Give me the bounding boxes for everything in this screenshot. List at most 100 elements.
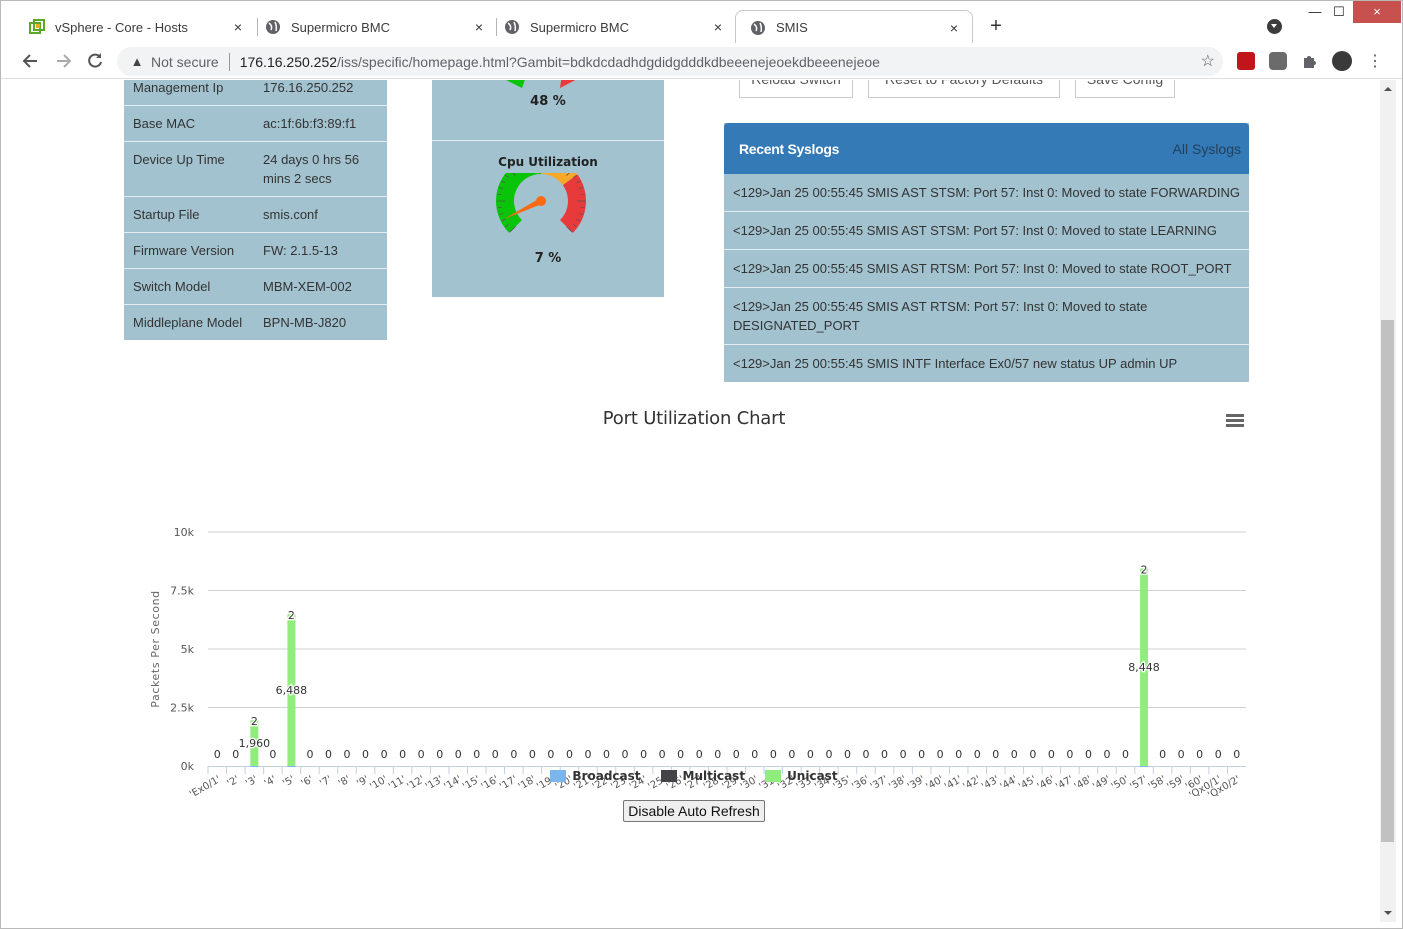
- data-label: 0: [788, 748, 795, 761]
- maximize-button[interactable]: ☐: [1323, 1, 1355, 23]
- reset-factory-defaults-button[interactable]: Reset to Factory Defaults: [868, 80, 1060, 98]
- address-bar[interactable]: ▲ Not secure 176.16.250.252 /iss/specifi…: [117, 47, 1223, 76]
- tab-close-icon[interactable]: ×: [710, 19, 726, 35]
- data-label: 0: [696, 748, 703, 761]
- data-label: 0: [1178, 748, 1185, 761]
- scrollbar-thumb[interactable]: [1381, 320, 1394, 842]
- data-label: 0: [473, 748, 480, 761]
- data-label: 0: [640, 748, 647, 761]
- browser-menu-icon[interactable]: ⋮: [1367, 51, 1383, 71]
- syslog-entry: <129>Jan 25 00:55:45 SMIS AST STSM: Port…: [724, 211, 1249, 249]
- close-window-button[interactable]: ×: [1353, 1, 1401, 23]
- tab-search-icon[interactable]: [1267, 19, 1282, 34]
- bar-broadcast: [250, 765, 259, 767]
- back-button[interactable]: [20, 50, 42, 72]
- tab-supermicro-bmc-1[interactable]: Supermicro BMC ×: [237, 11, 497, 43]
- all-syslogs-link[interactable]: All Syslogs: [1173, 141, 1241, 157]
- legend-label: Multicast: [682, 769, 746, 783]
- data-label: 0: [900, 748, 907, 761]
- y-tick-label: 10k: [174, 526, 195, 539]
- data-label: 0: [269, 748, 276, 761]
- data-label: 6,488: [276, 684, 308, 697]
- port-utilization-chart: Port Utilization Chart 0k 2.5k 5k 7.5k 10k Pa…: [141, 402, 1251, 802]
- data-label: 0: [1029, 748, 1036, 761]
- info-label: Device Up Time: [133, 152, 225, 167]
- device-info-row: Device Up Time 24 days 0 hrs 56 mins 2 se…: [124, 141, 387, 196]
- data-label: 0: [214, 748, 221, 761]
- device-info-row: Middleplane Model BPN-MB-J820: [124, 304, 387, 340]
- globe-icon: [266, 20, 280, 34]
- url-host: 176.16.250.252: [239, 53, 338, 70]
- extension-icon[interactable]: [1269, 52, 1287, 70]
- data-label: 0: [863, 748, 870, 761]
- data-label: 0: [955, 748, 962, 761]
- warning-icon: ▲: [130, 54, 144, 69]
- data-label: 0: [974, 748, 981, 761]
- cpu-gauge-title: Cpu Utilization: [498, 155, 598, 169]
- device-info-row: Firmware Version FW: 2.1.5-13: [124, 232, 387, 268]
- data-label: 0: [547, 748, 554, 761]
- gauge-green-segment: [506, 80, 525, 88]
- legend-item-unicast[interactable]: Unicast: [765, 769, 838, 783]
- data-label: 0: [733, 748, 740, 761]
- data-label: 0: [362, 748, 369, 761]
- data-label: 1,960: [239, 737, 271, 750]
- extensions-puzzle-icon[interactable]: [1301, 52, 1319, 70]
- device-info-row: Startup File smis.conf: [124, 196, 387, 232]
- scroll-up-icon[interactable]: [1384, 87, 1392, 91]
- data-label: 0: [455, 748, 462, 761]
- reload-icon: [88, 53, 102, 68]
- reload-switch-button[interactable]: Reload Switch: [739, 80, 853, 98]
- profile-avatar[interactable]: [1332, 51, 1352, 71]
- syslog-entry: <129>Jan 25 00:55:45 SMIS AST RTSM: Port…: [724, 287, 1249, 344]
- forward-button[interactable]: [52, 50, 74, 72]
- legend-item-broadcast[interactable]: Broadcast: [550, 769, 641, 783]
- data-label: 0: [1122, 748, 1129, 761]
- data-label: 0: [844, 748, 851, 761]
- page-scrollbar[interactable]: [1380, 80, 1396, 922]
- acrobat-extension-icon[interactable]: [1237, 52, 1255, 70]
- data-label: 0: [807, 748, 814, 761]
- gauge-red-segment: [560, 80, 576, 88]
- data-label: 0: [659, 748, 666, 761]
- reload-button[interactable]: [84, 50, 106, 72]
- memory-gauge-value: 48 %: [530, 94, 566, 109]
- syslog-title: Recent Syslogs: [739, 140, 840, 157]
- tab-supermicro-bmc-2[interactable]: Supermicro BMC ×: [476, 11, 736, 43]
- y-tick-label: 7.5k: [170, 585, 194, 598]
- info-label: Middleplane Model: [133, 315, 243, 330]
- tab-title: vSphere - Core - Hosts: [55, 19, 188, 35]
- data-label: 0: [677, 748, 684, 761]
- globe-icon: [505, 20, 519, 34]
- chart-legend: Broadcast Multicast Unicast: [1, 769, 1387, 783]
- data-label: 0: [436, 748, 443, 761]
- browser-toolbar: ▲ Not secure 176.16.250.252 /iss/specifi…: [1, 43, 1402, 79]
- data-label: 0: [1233, 748, 1240, 761]
- disable-auto-refresh-button[interactable]: Disable Auto Refresh: [623, 800, 765, 822]
- legend-swatch: [660, 770, 677, 782]
- new-tab-button[interactable]: +: [986, 15, 1006, 38]
- scroll-down-icon[interactable]: [1384, 911, 1392, 915]
- legend-label: Broadcast: [572, 769, 641, 783]
- device-info-row: Switch Model MBM-XEM-002: [124, 268, 387, 304]
- tab-smis[interactable]: SMIS ×: [735, 10, 973, 44]
- info-value: 176.16.250.252: [263, 80, 354, 95]
- arrow-left-icon: [22, 54, 37, 68]
- cpu-gauge-value: 7 %: [534, 251, 562, 266]
- info-value: FW: 2.1.5-13: [263, 243, 338, 258]
- syslog-entry: <129>Jan 25 00:55:45 SMIS AST STSM: Port…: [733, 185, 1240, 200]
- data-label: 0: [399, 748, 406, 761]
- tab-close-icon[interactable]: ×: [946, 20, 962, 36]
- data-label: 0: [937, 748, 944, 761]
- save-config-button[interactable]: Save Config: [1075, 80, 1175, 98]
- tab-vsphere[interactable]: vSphere - Core - Hosts ×: [1, 11, 256, 43]
- tab-title: Supermicro BMC: [291, 19, 390, 35]
- legend-item-multicast[interactable]: Multicast: [660, 769, 746, 783]
- info-value: 24 days 0 hrs 56 mins 2 secs: [263, 152, 360, 186]
- recent-syslogs-panel: Recent Syslogs All Syslogs <129>Jan 25 0…: [724, 123, 1249, 382]
- bookmark-star-icon[interactable]: ☆: [1201, 51, 1215, 71]
- legend-label: Unicast: [787, 769, 838, 783]
- data-label: 0: [603, 748, 610, 761]
- syslog-list: <129>Jan 25 00:55:45 SMIS AST STSM: Port…: [724, 174, 1249, 382]
- data-label: 2: [288, 609, 295, 622]
